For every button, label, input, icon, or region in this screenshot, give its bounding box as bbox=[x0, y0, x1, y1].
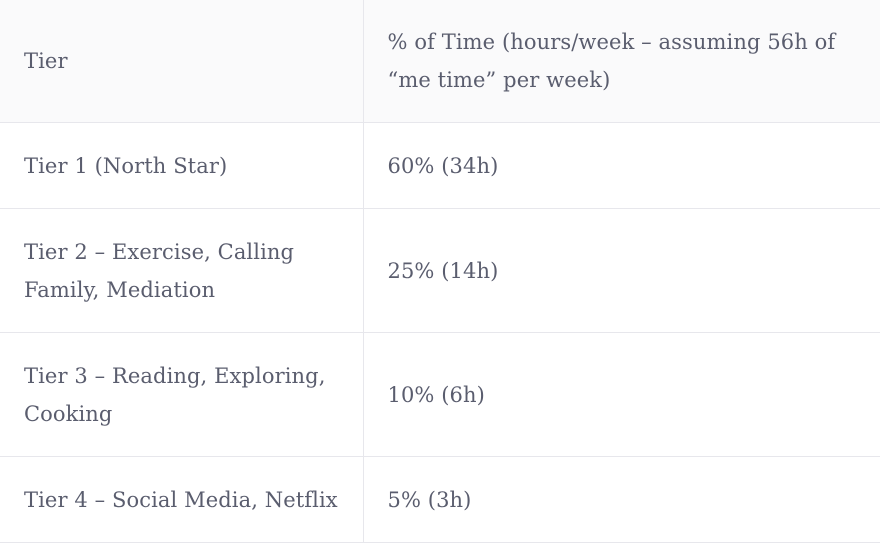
table-row: Tier 4 – Social Media, Netflix 5% (3h) bbox=[0, 456, 880, 543]
header-time-cell: % of Time (hours/week – assuming 56h of … bbox=[362, 0, 880, 123]
table-row: Tier 2 – Exercise, Calling Family, Media… bbox=[0, 208, 880, 333]
time-cell: 25% (14h) bbox=[362, 208, 880, 333]
time-cell: 10% (6h) bbox=[362, 332, 880, 457]
tier-cell: Tier 1 (North Star) bbox=[0, 122, 364, 209]
table-header-row: Tier % of Time (hours/week – assuming 56… bbox=[0, 0, 880, 123]
tier-cell: Tier 3 – Reading, Exploring, Cooking bbox=[0, 332, 364, 457]
tier-cell: Tier 4 – Social Media, Netflix bbox=[0, 456, 364, 543]
time-cell: 5% (3h) bbox=[362, 456, 880, 543]
table-row: Tier 3 – Reading, Exploring, Cooking 10%… bbox=[0, 332, 880, 457]
time-cell: 60% (34h) bbox=[362, 122, 880, 209]
header-tier-cell: Tier bbox=[0, 0, 364, 123]
tier-time-table: Tier % of Time (hours/week – assuming 56… bbox=[0, 0, 880, 543]
table-row: Tier 1 (North Star) 60% (34h) bbox=[0, 122, 880, 209]
tier-cell: Tier 2 – Exercise, Calling Family, Media… bbox=[0, 208, 364, 333]
